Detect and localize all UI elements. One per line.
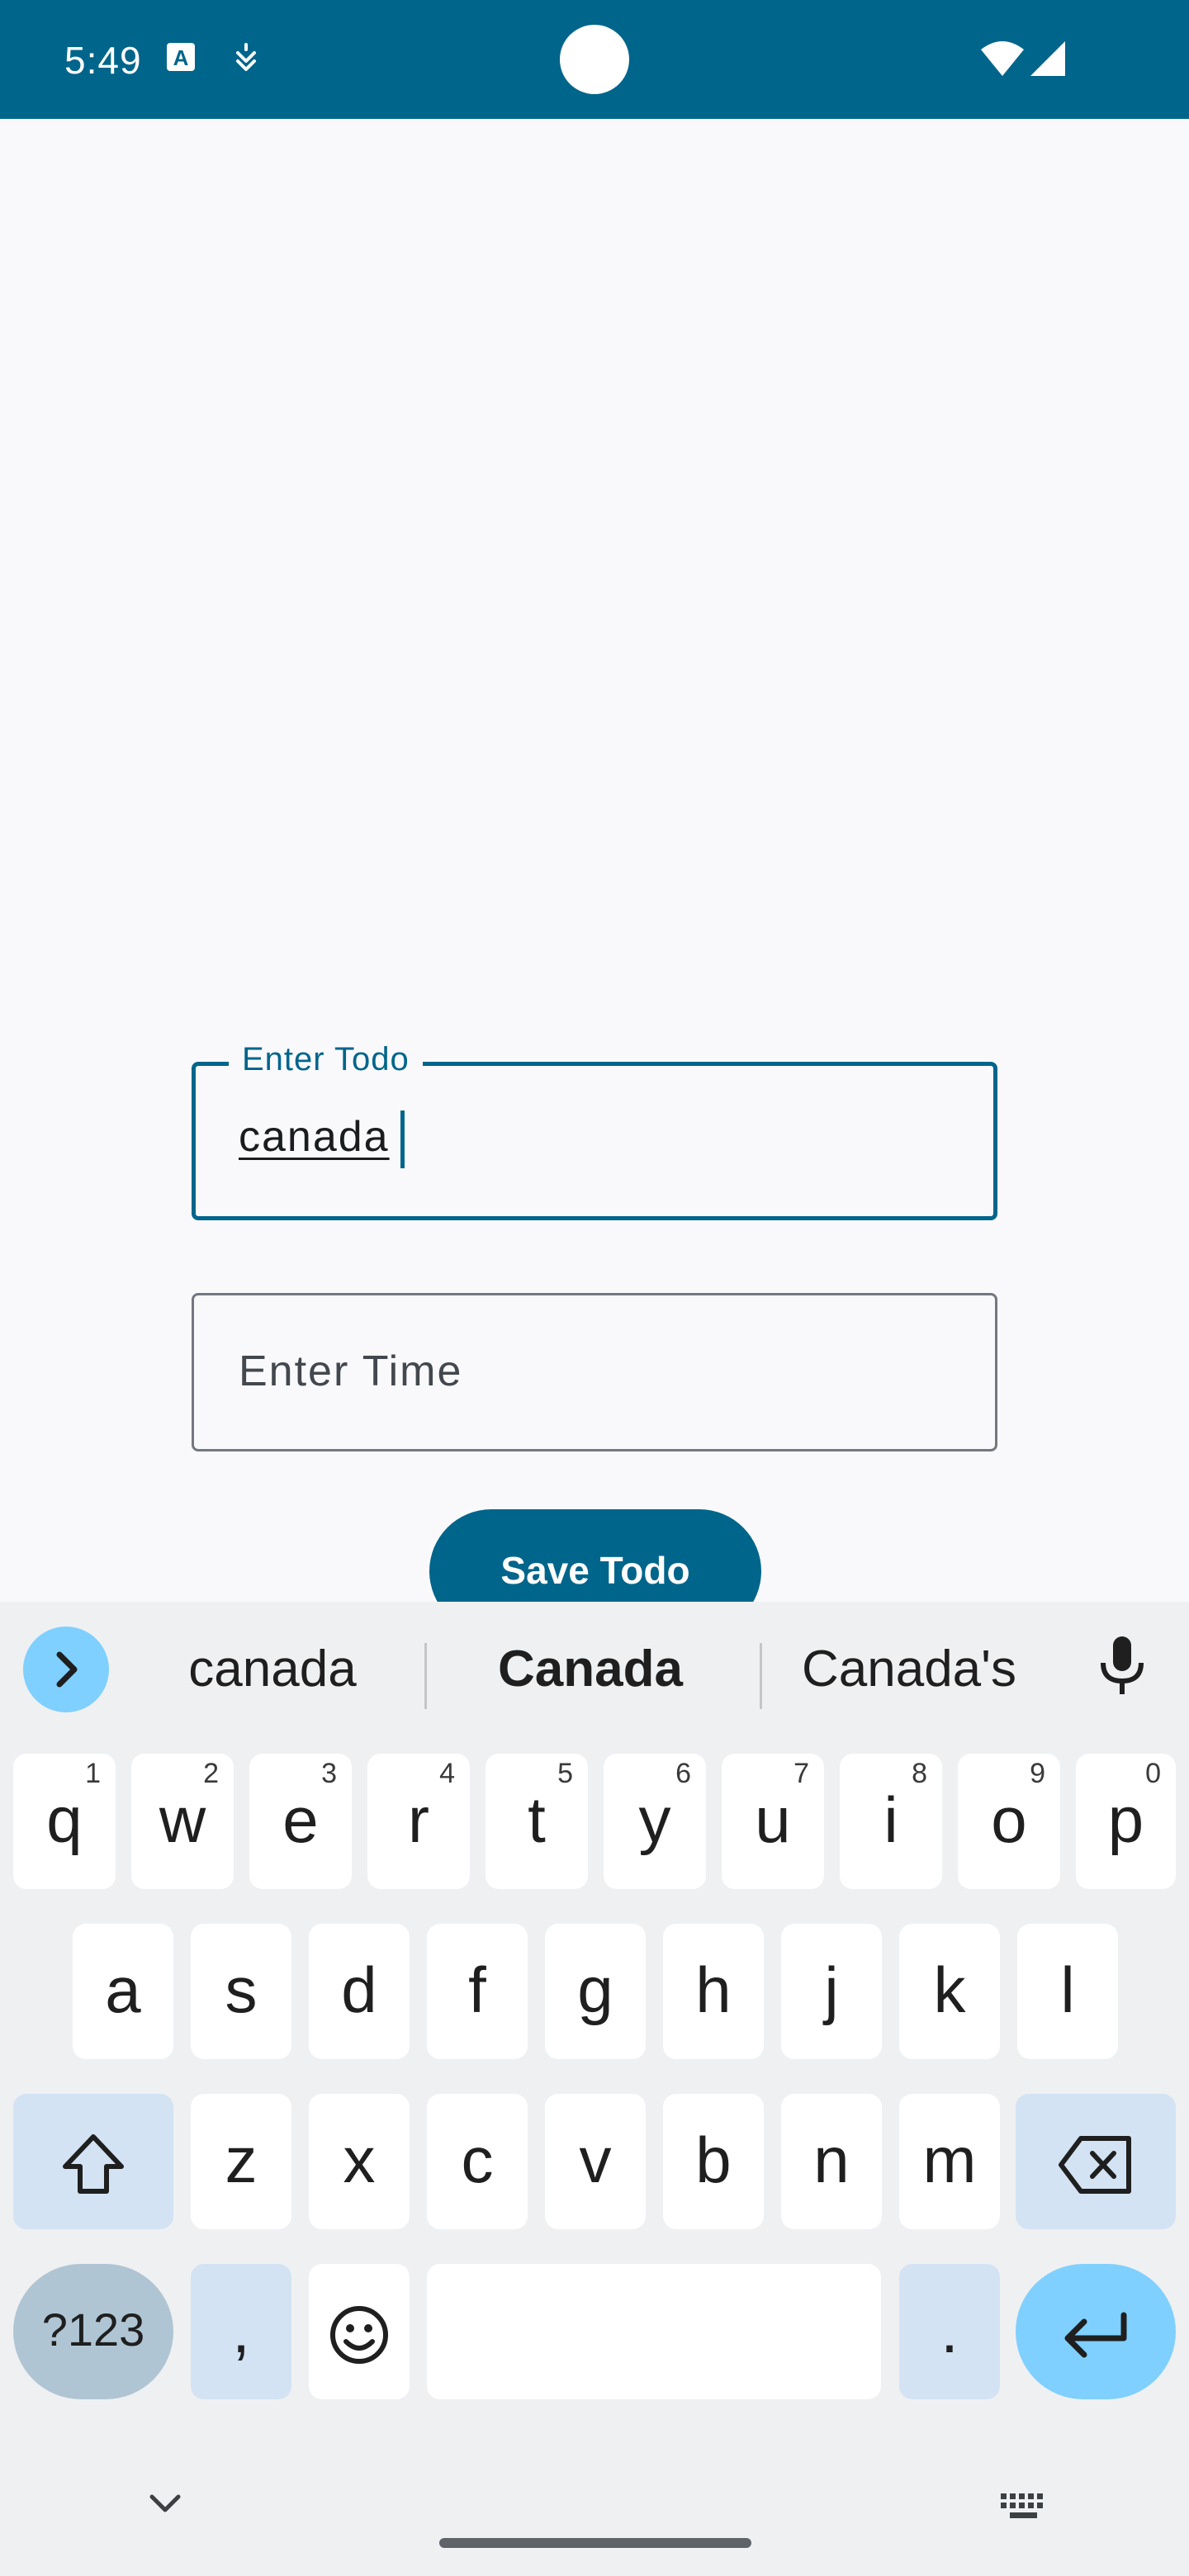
key-v[interactable]: v <box>545 2094 646 2229</box>
microphone-icon[interactable] <box>1093 1633 1151 1703</box>
key-q-hint: 1 <box>85 1758 101 1789</box>
key-r[interactable]: r4 <box>367 1754 470 1889</box>
emoji-icon <box>330 2306 388 2365</box>
key-o-label: o <box>991 1783 1027 1856</box>
todo-value: canada <box>239 1113 390 1161</box>
chevron-right-icon <box>56 1651 78 1688</box>
key-t-label: t <box>528 1783 546 1856</box>
key-i-hint: 8 <box>912 1758 927 1789</box>
shift-icon <box>63 2134 124 2195</box>
todo-input[interactable]: Enter Todo canada <box>192 1041 997 1220</box>
signal-icon <box>1029 40 1067 80</box>
key-r-label: r <box>408 1783 429 1856</box>
key-t-hint: 5 <box>557 1758 573 1789</box>
emoji-key[interactable] <box>309 2264 410 2399</box>
key-w-label: w <box>159 1783 206 1856</box>
status-bar: 5:49 A <box>0 0 1189 119</box>
key-z[interactable]: z <box>191 2094 291 2229</box>
key-m[interactable]: m <box>899 2094 1000 2229</box>
key-r-hint: 4 <box>439 1758 455 1789</box>
key-n[interactable]: n <box>781 2094 882 2229</box>
camera-cutout <box>560 25 629 94</box>
key-i-label: i <box>883 1783 898 1856</box>
enter-key[interactable] <box>1016 2264 1176 2399</box>
key-o[interactable]: o9 <box>958 1754 1060 1889</box>
time-input[interactable]: Enter Time <box>192 1293 997 1451</box>
key-q[interactable]: q1 <box>13 1754 116 1889</box>
svg-text:A: A <box>173 45 189 70</box>
a-badge-icon: A <box>165 41 197 77</box>
key-i[interactable]: i8 <box>840 1754 942 1889</box>
key-w[interactable]: w2 <box>131 1754 234 1889</box>
key-x[interactable]: x <box>309 2094 410 2229</box>
suggestion-divider <box>424 1643 427 1709</box>
key-t[interactable]: t5 <box>486 1754 588 1889</box>
status-time: 5:49 <box>64 39 142 82</box>
hide-keyboard-icon[interactable] <box>145 2490 185 2522</box>
key-y-label: y <box>638 1783 671 1856</box>
key-p-label: p <box>1107 1783 1144 1856</box>
key-e-hint: 3 <box>321 1758 337 1789</box>
key-d[interactable]: d <box>309 1924 410 2059</box>
text-cursor <box>400 1110 405 1168</box>
backspace-icon <box>1059 2136 1131 2195</box>
key-y-hint: 6 <box>675 1758 691 1789</box>
suggestion-3[interactable]: Canada's <box>773 1627 1045 1712</box>
key-b[interactable]: b <box>663 2094 764 2229</box>
key-u[interactable]: u7 <box>722 1754 824 1889</box>
symbols-key[interactable]: ?123 <box>13 2264 173 2399</box>
shift-key[interactable] <box>13 2094 173 2229</box>
suggestion-2[interactable]: Canada <box>438 1627 743 1712</box>
todo-label: Enter Todo <box>229 1041 423 1078</box>
key-l[interactable]: l <box>1017 1924 1118 2059</box>
time-placeholder: Enter Time <box>239 1347 463 1395</box>
enter-icon <box>1064 2312 1127 2358</box>
soft-keyboard: canada Canada Canada's q1 w2 e3 r4 t5 y6… <box>0 1602 1189 2576</box>
key-o-hint: 9 <box>1030 1758 1045 1789</box>
period-key[interactable]: . <box>899 2264 1000 2399</box>
home-gesture-bar[interactable] <box>439 2538 751 2548</box>
backspace-key[interactable] <box>1016 2094 1176 2229</box>
space-key[interactable] <box>427 2264 881 2399</box>
suggestion-1[interactable]: canada <box>132 1627 413 1712</box>
key-g[interactable]: g <box>545 1924 646 2059</box>
key-w-hint: 2 <box>203 1758 219 1789</box>
suggestion-divider <box>760 1643 762 1709</box>
key-j[interactable]: j <box>781 1924 882 2059</box>
key-p[interactable]: p0 <box>1076 1754 1176 1889</box>
key-y[interactable]: y6 <box>604 1754 706 1889</box>
key-f[interactable]: f <box>427 1924 528 2059</box>
key-u-hint: 7 <box>793 1758 809 1789</box>
key-e-label: e <box>282 1783 319 1856</box>
key-s[interactable]: s <box>191 1924 291 2059</box>
comma-key[interactable]: , <box>191 2264 291 2399</box>
expand-suggestions-button[interactable] <box>23 1627 109 1712</box>
wifi-icon <box>979 40 1026 80</box>
key-a[interactable]: a <box>73 1924 173 2059</box>
key-p-hint: 0 <box>1145 1758 1161 1789</box>
key-c[interactable]: c <box>427 2094 528 2229</box>
key-h[interactable]: h <box>663 1924 764 2059</box>
key-u-label: u <box>755 1783 791 1856</box>
notification-icon <box>231 41 261 78</box>
key-e[interactable]: e3 <box>249 1754 352 1889</box>
keyboard-switch-icon[interactable] <box>999 2490 1049 2527</box>
key-k[interactable]: k <box>899 1924 1000 2059</box>
key-q-label: q <box>46 1783 83 1856</box>
